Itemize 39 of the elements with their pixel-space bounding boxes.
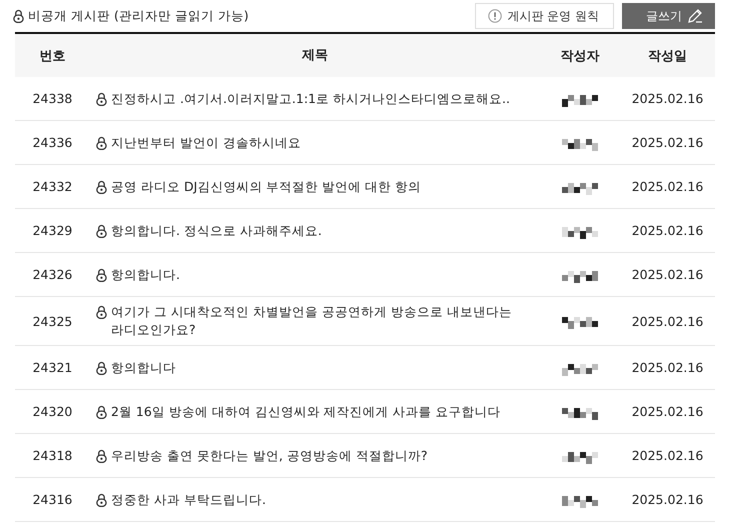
rules-button[interactable]: 게시판 운영 원칙 bbox=[475, 3, 614, 29]
table-cell-text: 24318 bbox=[32, 448, 74, 463]
table-cell-text: 2025.02.16 bbox=[630, 135, 704, 150]
table-cell-text: 2025.02.16 bbox=[630, 91, 704, 106]
post-title-link[interactable]: 항의합니다. bbox=[111, 266, 180, 284]
table-cell-text: 24336 bbox=[32, 135, 74, 150]
table-cell-text: 2025.02.16 bbox=[630, 492, 704, 507]
table-cell-text: 2025.02.16 bbox=[630, 404, 704, 419]
post-title-link[interactable]: 우리방송 출연 못한다는 발언, 공영방송에 적절합니까? bbox=[111, 446, 428, 464]
table-cell-text: 2025.02.16 bbox=[630, 267, 704, 282]
post-title-link[interactable]: 공영 라디오 DJ김신영씨의 부적절한 발언에 대한 항의 bbox=[111, 178, 422, 196]
post-title-link[interactable]: 지난번부터 발언이 경솔하시네요 bbox=[111, 134, 301, 152]
table-cell-text: 24329 bbox=[32, 223, 74, 238]
table-cell-text: 24338 bbox=[32, 91, 74, 106]
table-cell-text: 24320 bbox=[32, 404, 74, 419]
table-cell-text: 24326 bbox=[32, 267, 74, 282]
post-title-link[interactable]: 여기가 그 시대착오적인 차별발언을 공공연하게 방송으로 내보낸다는 라디오인가요? bbox=[111, 303, 520, 339]
post-title-link[interactable]: 정중한 사과 부탁드립니다. bbox=[111, 490, 266, 508]
pencil-icon bbox=[687, 8, 703, 24]
exclamation-icon bbox=[488, 9, 502, 23]
table-cell-text: 2025.02.16 bbox=[630, 360, 704, 375]
table-cell-text: 24321 bbox=[32, 360, 74, 375]
table-cell-text: 24316 bbox=[32, 492, 74, 507]
table-cell-text: 2025.02.16 bbox=[630, 314, 704, 328]
column-header: 제목 bbox=[301, 46, 329, 64]
column-header: 작성자 bbox=[560, 48, 600, 64]
post-title-link[interactable]: 항의합니다. 정식으로 사과해주세요. bbox=[111, 222, 322, 240]
column-header: 번호 bbox=[38, 48, 66, 64]
table-cell-text: 24332 bbox=[32, 179, 74, 194]
post-title-link[interactable]: 항의합니다 bbox=[111, 358, 176, 376]
post-title-link[interactable]: 진정하시고 .여기서.이러지말고.1:1로 하시거나인스타디엠으로해요.. bbox=[111, 90, 510, 108]
table-cell-text: 2025.02.16 bbox=[630, 448, 704, 463]
table-cell-text: 2025.02.16 bbox=[630, 179, 704, 194]
post-title-link[interactable]: 2월 16일 방송에 대하여 김신영씨와 제작진에게 사과를 요구합니다 bbox=[111, 402, 501, 420]
write-button[interactable]: 글쓰기 bbox=[622, 3, 715, 29]
table-cell-text: 2025.02.16 bbox=[630, 223, 704, 238]
table-cell-text: 24325 bbox=[32, 314, 74, 328]
board-title: 비공개 게시판 (관리자만 글읽기 가능) bbox=[28, 8, 249, 24]
column-header: 작성일 bbox=[647, 48, 688, 64]
